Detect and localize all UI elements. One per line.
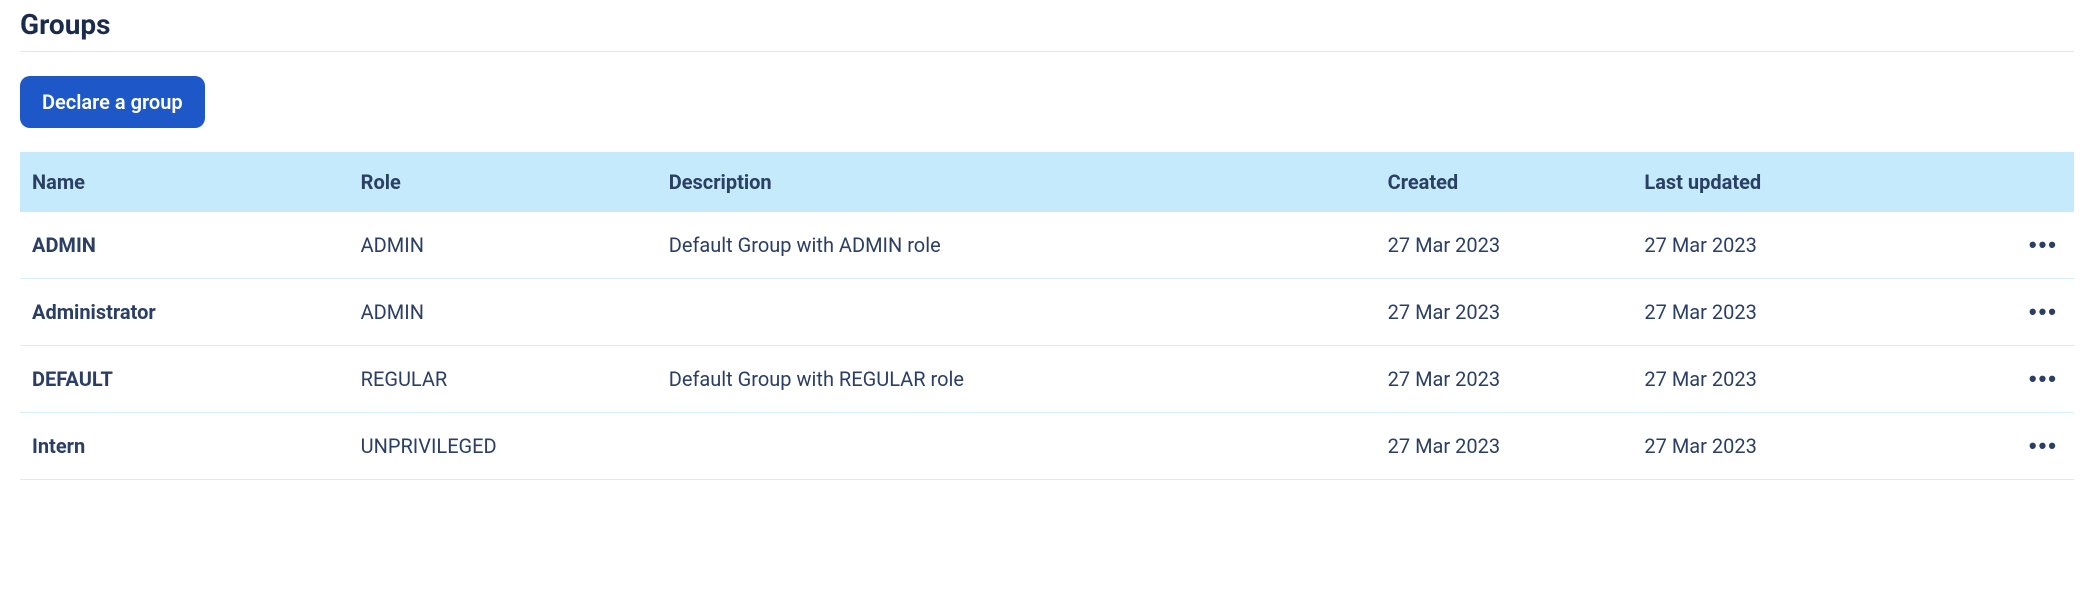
cell-actions: ••• — [1940, 212, 2074, 279]
cell-created: 27 Mar 2023 — [1376, 346, 1633, 413]
cell-description: Default Group with ADMIN role — [657, 212, 1376, 279]
page-title: Groups — [20, 0, 2074, 52]
table-row: AdministratorADMIN 27 Mar 202327 Mar 2023… — [20, 279, 2074, 346]
action-area: Declare a group — [20, 52, 2074, 152]
cell-created: 27 Mar 2023 — [1376, 212, 1633, 279]
more-actions-icon[interactable]: ••• — [2025, 364, 2062, 394]
table-row: ADMINADMINDefault Group with ADMIN role2… — [20, 212, 2074, 279]
table-header-row: Name Role Description Created Last updat… — [20, 152, 2074, 212]
cell-role: ADMIN — [349, 212, 657, 279]
header-name[interactable]: Name — [20, 152, 349, 212]
header-created[interactable]: Created — [1376, 152, 1633, 212]
more-actions-icon[interactable]: ••• — [2025, 431, 2062, 461]
cell-updated: 27 Mar 2023 — [1632, 212, 1940, 279]
cell-name[interactable]: DEFAULT — [20, 346, 349, 413]
groups-table: Name Role Description Created Last updat… — [20, 152, 2074, 480]
more-actions-icon[interactable]: ••• — [2025, 297, 2062, 327]
cell-description — [657, 279, 1376, 346]
cell-name[interactable]: Administrator — [20, 279, 349, 346]
table-row: DEFAULTREGULARDefault Group with REGULAR… — [20, 346, 2074, 413]
cell-actions: ••• — [1940, 346, 2074, 413]
cell-actions: ••• — [1940, 279, 2074, 346]
cell-actions: ••• — [1940, 413, 2074, 480]
header-role[interactable]: Role — [349, 152, 657, 212]
cell-role: ADMIN — [349, 279, 657, 346]
table-row: InternUNPRIVILEGED 27 Mar 202327 Mar 2023… — [20, 413, 2074, 480]
cell-name[interactable]: Intern — [20, 413, 349, 480]
header-description[interactable]: Description — [657, 152, 1376, 212]
cell-role: UNPRIVILEGED — [349, 413, 657, 480]
more-actions-icon[interactable]: ••• — [2025, 230, 2062, 260]
cell-created: 27 Mar 2023 — [1376, 413, 1633, 480]
cell-updated: 27 Mar 2023 — [1632, 346, 1940, 413]
declare-group-button[interactable]: Declare a group — [20, 76, 205, 128]
cell-description: Default Group with REGULAR role — [657, 346, 1376, 413]
header-updated[interactable]: Last updated — [1632, 152, 1940, 212]
cell-role: REGULAR — [349, 346, 657, 413]
cell-updated: 27 Mar 2023 — [1632, 279, 1940, 346]
cell-description — [657, 413, 1376, 480]
cell-name[interactable]: ADMIN — [20, 212, 349, 279]
cell-created: 27 Mar 2023 — [1376, 279, 1633, 346]
header-actions — [1940, 152, 2074, 212]
cell-updated: 27 Mar 2023 — [1632, 413, 1940, 480]
